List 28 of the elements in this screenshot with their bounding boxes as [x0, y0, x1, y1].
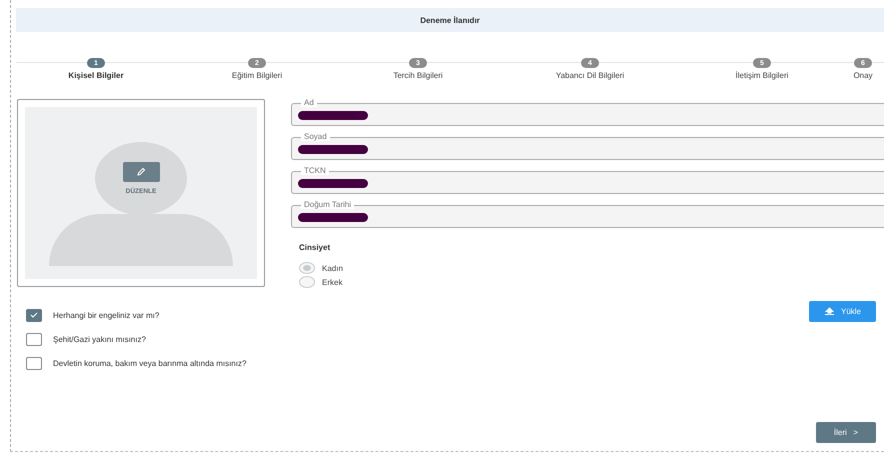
field-label: Ad: [301, 98, 317, 107]
pencil-icon: [136, 167, 146, 177]
listing-title: Deneme İlanıdır: [420, 16, 480, 24]
upload-icon: [824, 307, 835, 316]
radio-label[interactable]: Kadın: [322, 264, 343, 272]
question-label[interactable]: Devletin koruma, bakım veya barınma altında mısınız?: [53, 358, 246, 368]
gender-label: Cinsiyet: [299, 243, 332, 252]
step-label[interactable]: Eğitim Bilgileri: [232, 71, 282, 80]
field-label: TCKN: [301, 166, 329, 175]
step-label[interactable]: Onay: [853, 71, 873, 80]
checkbox[interactable]: [26, 308, 42, 322]
step-label[interactable]: İletişim Bilgileri: [736, 71, 788, 80]
step-label[interactable]: Kişisel Bilgiler: [68, 71, 124, 80]
check-icon: [30, 312, 38, 318]
radio-button[interactable]: [299, 262, 315, 274]
field-label: Soyad: [301, 132, 330, 141]
edit-button[interactable]: [122, 162, 160, 182]
checkbox[interactable]: [26, 356, 42, 370]
step-label[interactable]: Tercih Bilgileri: [393, 71, 443, 80]
next-button[interactable]: İleri >: [816, 422, 876, 443]
checkbox[interactable]: [26, 332, 42, 346]
question-label[interactable]: Şehit/Gazi yakını mısınız?: [53, 334, 146, 344]
radio-button[interactable]: [299, 276, 315, 288]
step-label[interactable]: Yabancı Dil Bilgileri: [556, 71, 624, 80]
question-label[interactable]: Herhangi bir engeliniz var mı?: [53, 310, 160, 320]
radio-label[interactable]: Erkek: [322, 278, 342, 286]
upload-button[interactable]: Yükle: [809, 301, 876, 322]
field-label: Doğum Tarihi: [301, 200, 354, 209]
